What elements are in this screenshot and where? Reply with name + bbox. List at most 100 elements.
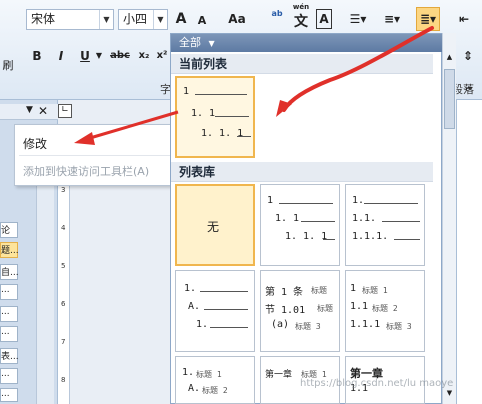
chevron-down-icon[interactable]: ▼ xyxy=(99,10,113,29)
list-style-article-section[interactable]: 第 1 条 标题 节 1.01 标题 (a) 标题 3 xyxy=(260,270,340,352)
tile-rule xyxy=(323,239,335,240)
chevron-down-icon[interactable]: ▼ xyxy=(209,39,215,48)
tile-line: 节 1.01 xyxy=(265,305,306,316)
chevron-down-icon[interactable]: ▼ xyxy=(26,105,33,115)
tile-line: 1 xyxy=(350,283,357,294)
list-style-heading-numbered[interactable]: 1 标题 1 1.1 标题 2 1.1.1 标题 3 xyxy=(345,270,425,352)
filter-label: 全部 xyxy=(179,36,201,49)
scroll-down-icon[interactable]: ▼ xyxy=(445,389,454,399)
ruler-mark: 8 xyxy=(61,376,66,384)
tile-line: 标题 1 xyxy=(362,286,388,295)
watermark: https://blog.csdn.net/lu maoye xyxy=(300,378,454,389)
ruler-mark: 6 xyxy=(61,300,66,308)
char-border-button[interactable]: A xyxy=(316,9,332,29)
list-style-mixed[interactable]: 1. A. 1. xyxy=(175,270,255,352)
tile-line: 1 xyxy=(183,86,190,97)
tile-rule xyxy=(210,327,248,328)
tile-rule xyxy=(301,221,335,222)
dialog-launcher-icon[interactable]: ⌐ xyxy=(460,80,478,100)
list-item[interactable]: ... xyxy=(0,306,18,322)
font-size-value: 小四 xyxy=(123,12,148,26)
tile-rule xyxy=(382,221,420,222)
clear-format-icon[interactable]: ab xyxy=(268,4,286,24)
menu-divider xyxy=(19,155,179,156)
grow-font-button[interactable]: A xyxy=(173,9,189,29)
tile-line: 1. 1. 1 xyxy=(201,128,244,139)
strikethrough-button[interactable]: abc xyxy=(108,46,132,66)
list-item[interactable]: 自... xyxy=(0,264,19,280)
list-style-none[interactable]: 无 xyxy=(175,184,255,266)
tab-stop-selector[interactable]: ∟ xyxy=(58,104,72,118)
font-name-combo[interactable]: 宋体 ▼ xyxy=(26,9,114,30)
list-style-heading-mixed[interactable]: 1. 标题 1 A. 标题 2 xyxy=(175,356,255,404)
section-list-library: 列表库 xyxy=(171,162,433,182)
list-style-numbered[interactable]: 1 1. 1 1. 1. 1 xyxy=(260,184,340,266)
italic-button[interactable]: I xyxy=(54,46,68,66)
tile-line: 标题 xyxy=(317,304,333,313)
scroll-thumb[interactable] xyxy=(444,69,455,129)
tile-line: A. xyxy=(188,383,201,394)
chevron-down-icon[interactable]: ▼ xyxy=(94,46,104,66)
tile-line: 第 1 条 xyxy=(265,287,304,298)
tile-line: 标题 2 xyxy=(202,386,228,395)
list-item[interactable]: 论 xyxy=(0,222,18,238)
vertical-ruler: 3 4 5 6 7 8 xyxy=(58,178,70,404)
ruler-mark: 4 xyxy=(61,224,66,232)
tile-rule xyxy=(195,94,247,95)
change-case-button[interactable]: Aa xyxy=(226,9,248,29)
shrink-font-button[interactable]: A xyxy=(195,11,209,31)
pane-scrollbar[interactable] xyxy=(36,186,54,404)
ruler-mark: 7 xyxy=(61,338,66,346)
tile-line: A. xyxy=(188,301,201,312)
chevron-down-icon[interactable]: ▼ xyxy=(153,10,167,29)
list-item[interactable]: ... xyxy=(0,388,18,402)
list-item[interactable]: ... xyxy=(0,368,18,384)
close-icon[interactable]: ✕ xyxy=(38,104,48,118)
tile-line: 1.1.1 xyxy=(350,319,381,330)
tile-rule xyxy=(204,309,248,310)
numbering-icon[interactable]: ≡▾ xyxy=(380,9,404,29)
tile-line: 标题 1 xyxy=(196,370,222,379)
pane-header: ▼ ✕ xyxy=(0,104,58,120)
tile-line: (a) xyxy=(271,319,290,330)
tile-line: 1.1 xyxy=(350,301,369,312)
decrease-indent-icon[interactable]: ⇤ xyxy=(454,9,474,29)
list-item[interactable]: 题... xyxy=(0,242,19,258)
tile-line: 1. xyxy=(352,195,365,206)
gallery-scrollbar[interactable]: ▲ ▼ xyxy=(442,33,456,404)
multilevel-list-button[interactable]: ≣▾ xyxy=(416,7,440,31)
list-item[interactable]: 表... xyxy=(0,348,19,364)
font-name-value: 宋体 xyxy=(31,12,56,26)
menu-item-modify[interactable]: 修改 xyxy=(23,135,47,152)
tile-rule xyxy=(394,239,420,240)
format-painter-label: 刷 xyxy=(2,59,14,72)
ruler-mark: 3 xyxy=(61,186,66,194)
tile-line: 标题 xyxy=(311,286,327,295)
pinyin-guide-button[interactable]: 文 xyxy=(291,12,311,32)
tile-rule xyxy=(279,203,333,204)
bullets-icon[interactable]: ☰▾ xyxy=(346,9,370,29)
superscript-button[interactable]: x² xyxy=(154,46,170,66)
tile-rule xyxy=(364,203,418,204)
current-list-tile[interactable]: 1 1. 1 1. 1. 1 xyxy=(175,76,255,158)
tile-line: 1. xyxy=(182,367,195,378)
section-current-list: 当前列表 xyxy=(171,54,433,74)
tile-line: 第一章 xyxy=(265,370,293,380)
underline-button[interactable]: U xyxy=(78,46,92,66)
right-pane xyxy=(456,100,482,404)
scroll-up-icon[interactable]: ▲ xyxy=(445,53,454,63)
list-item[interactable]: ... xyxy=(0,284,18,300)
font-size-combo[interactable]: 小四 ▼ xyxy=(118,9,168,30)
line-spacing-icon[interactable]: ⇕ xyxy=(458,46,478,66)
context-menu: 修改 添加到快速访问工具栏(A) xyxy=(14,124,184,186)
gallery-filter[interactable]: 全部 ▼ xyxy=(171,34,443,52)
bold-button[interactable]: B xyxy=(30,46,44,66)
tile-line: 1. 1. 1 xyxy=(285,231,328,242)
ruler-mark: 5 xyxy=(61,262,66,270)
subscript-button[interactable]: x₂ xyxy=(136,46,152,66)
tile-line: 标题 3 xyxy=(386,322,412,331)
tile-line: 1.1. xyxy=(352,213,377,224)
multilevel-list-gallery: 全部 ▼ 当前列表 1 1. 1 1. 1. 1 列表库 无 1 1. 1 1.… xyxy=(170,33,443,404)
list-item[interactable]: ... xyxy=(0,326,18,342)
list-style-dotted[interactable]: 1. 1.1. 1.1.1. xyxy=(345,184,425,266)
